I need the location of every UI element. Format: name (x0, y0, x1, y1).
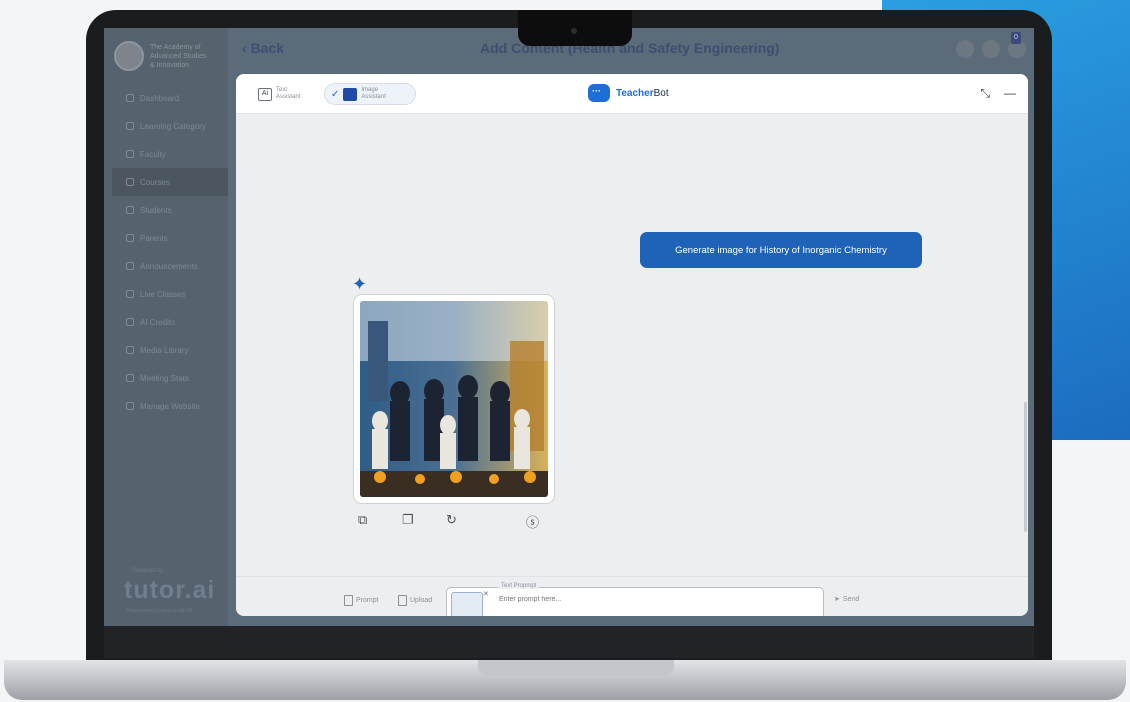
tab-label: Assistant (276, 94, 301, 100)
camera-icon (571, 28, 577, 34)
tab-image-assistant[interactable]: ✓ Image Assistant (324, 83, 416, 105)
sidebar-item-label: Parents (140, 233, 168, 243)
sidebar-item-live-classes[interactable]: Live Classes (112, 280, 228, 308)
sidebar-item-courses[interactable]: Courses (112, 168, 228, 196)
sidebar-item-label: AI Credits (140, 317, 176, 327)
meeting-stats-icon (126, 374, 134, 382)
sidebar-nav: Dashboard Learning Category Faculty Cour… (112, 84, 228, 420)
laptop-base-slot (478, 660, 674, 676)
laptop-screen: The Academy of Advanced Studies & Innova… (104, 28, 1034, 626)
sidebar-item-manage-website[interactable]: Manage Website (112, 392, 228, 420)
manage-website-icon (126, 402, 134, 410)
sidebar: The Academy of Advanced Studies & Innova… (104, 28, 228, 626)
prompt-box: ✕ (446, 587, 824, 616)
modal-header: Ai TextAssistant ✓ ImageAssistant Teache… (236, 74, 1028, 114)
org-name: The Academy of Advanced Studies & Innova… (150, 43, 207, 69)
back-button[interactable]: ‹ Back (242, 40, 284, 56)
collapse-icon[interactable]: ⤡ (980, 86, 990, 101)
sidebar-item-dashboard[interactable]: Dashboard (112, 84, 228, 112)
sidebar-item-label: Learning Category (140, 121, 206, 131)
notification-icon[interactable] (982, 40, 1000, 58)
bot-title: TeacherBot (588, 84, 669, 102)
user-message: Generate image for History of Inorganic … (640, 232, 922, 268)
faculty-icon (126, 150, 134, 158)
generated-image (360, 301, 548, 497)
tab-label: Text (276, 87, 288, 93)
students-icon (126, 206, 134, 214)
sidebar-item-parents[interactable]: Parents (112, 224, 228, 252)
teacherbot-modal: Ai TextAssistant ✓ ImageAssistant Teache… (236, 74, 1028, 616)
minimize-icon[interactable]: — (1004, 86, 1016, 101)
tutor-ai-tagline: Personalized Learning with AI (126, 608, 192, 614)
send-icon: ➤ (834, 596, 840, 603)
sidebar-item-label: Dashboard (140, 93, 180, 103)
prompt-button[interactable]: Prompt (344, 595, 379, 606)
remove-attachment-icon[interactable]: ✕ (483, 590, 489, 598)
courses-icon (126, 178, 134, 186)
org-logo (114, 41, 144, 71)
credits-icon[interactable]: ⓢ (526, 512, 539, 531)
category-icon (126, 122, 134, 130)
modal-actions: ⤡ — (980, 86, 1016, 101)
duplicate-icon[interactable]: ❐ (402, 512, 414, 528)
tab-text-assistant[interactable]: Ai Text Assistant (252, 83, 324, 105)
live-classes-icon (126, 290, 134, 298)
send-button[interactable]: ➤ Send (834, 595, 859, 604)
prompt-footer: Prompt Upload ✕ Text Propmpt ➤Send (236, 576, 1028, 616)
check-icon: ✓ (331, 88, 340, 100)
sidebar-item-label: Manage Website (140, 401, 200, 411)
scrollbar[interactable] (1024, 402, 1027, 532)
sidebar-item-faculty[interactable]: Faculty (112, 140, 228, 168)
image-assistant-icon (343, 87, 358, 101)
announcements-icon (126, 262, 134, 270)
upload-icon (398, 595, 407, 606)
bot-name: TeacherBot (616, 87, 669, 99)
sidebar-item-label: Meeting Stats (140, 373, 189, 383)
sidebar-item-label: Faculty (140, 149, 166, 159)
text-assistant-icon: Ai (258, 87, 272, 101)
powered-by-label: Powered by (132, 568, 164, 574)
sidebar-item-announcements[interactable]: Announcements (112, 252, 228, 280)
generated-image-card[interactable] (353, 294, 555, 504)
ai-credits-icon (126, 318, 134, 326)
image-actions: ⧉ ❐ ↻ ⓢ (358, 512, 558, 530)
prompt-icon (344, 595, 353, 606)
sidebar-item-students[interactable]: Students (112, 196, 228, 224)
bot-icon (588, 84, 610, 102)
sparkle-icon: ✦ (352, 274, 368, 294)
sidebar-item-media-library[interactable]: Media Library (112, 336, 228, 364)
stage: The Academy of Advanced Studies & Innova… (0, 0, 1130, 702)
tutor-ai-logo: tutor.ai (124, 576, 216, 604)
sidebar-item-label: Media Library (140, 345, 189, 355)
sidebar-item-learning-category[interactable]: Learning Category (112, 112, 228, 140)
sidebar-item-label: Students (140, 205, 172, 215)
sidebar-item-label: Courses (140, 177, 170, 187)
parents-icon (126, 234, 134, 242)
sidebar-item-meeting-stats[interactable]: Meeting Stats (112, 364, 228, 392)
regenerate-icon[interactable]: ↻ (446, 512, 457, 528)
upload-button[interactable]: Upload (398, 595, 432, 606)
dashboard-icon (126, 94, 134, 102)
copy-icon[interactable]: ⧉ (358, 512, 367, 528)
sidebar-item-label: Live Classes (140, 289, 186, 299)
attached-image-thumbnail[interactable] (451, 592, 483, 616)
sidebar-item-ai-credits[interactable]: AI Credits (112, 308, 228, 336)
org-brand: The Academy of Advanced Studies & Innova… (114, 36, 226, 76)
prompt-input[interactable] (499, 596, 799, 603)
tab-label: Image (361, 87, 379, 93)
chat-area: Generate image for History of Inorganic … (236, 114, 1028, 576)
sidebar-item-label: Announcements (140, 261, 198, 271)
help-icon[interactable] (956, 40, 974, 58)
tab-label: Assistant (361, 94, 386, 100)
notification-badge: 0 (1011, 32, 1021, 44)
media-library-icon (126, 346, 134, 354)
screen-bezel (104, 626, 1034, 658)
prompt-legend: Text Propmpt (498, 583, 540, 589)
